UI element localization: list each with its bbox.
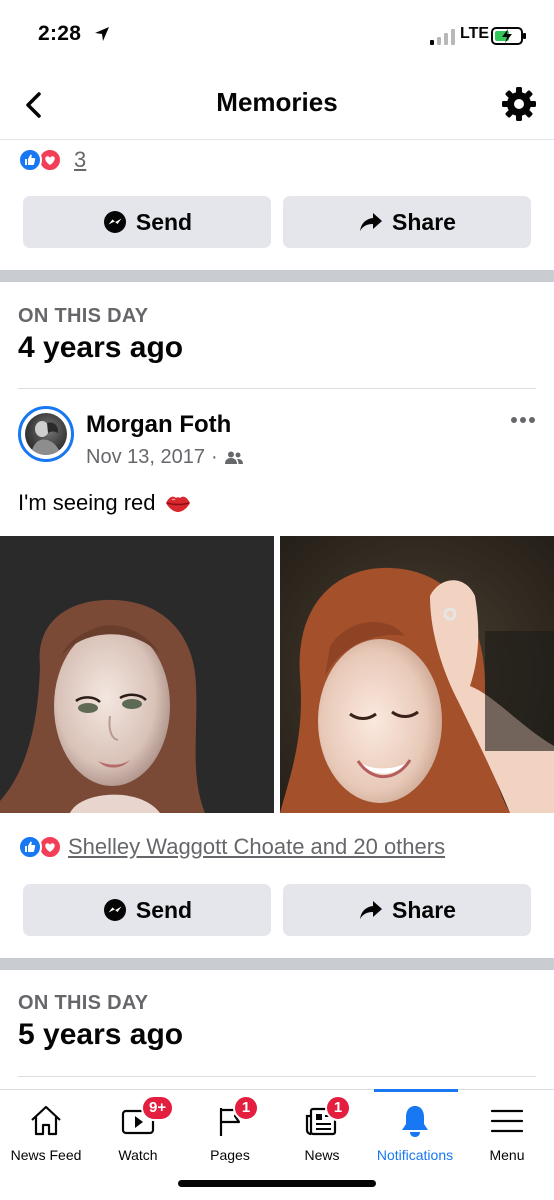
on-this-day-label: ON THIS DAY: [18, 305, 149, 327]
send-button[interactable]: Send: [23, 196, 271, 248]
kiss-lips-icon: [165, 496, 190, 512]
post-photo[interactable]: [0, 536, 274, 813]
post-actions: Send Share: [23, 884, 531, 936]
hamburger-icon: [490, 1109, 524, 1133]
share-label: Share: [392, 896, 456, 923]
home-icon: [31, 1105, 61, 1136]
messenger-icon: [103, 211, 126, 233]
send-button[interactable]: Send: [23, 884, 271, 936]
section-separator: [0, 958, 554, 970]
share-arrow-icon: [360, 901, 383, 919]
network-type: LTE: [460, 25, 490, 42]
notification-badge: 9+: [141, 1095, 175, 1121]
cellular-signal-icon: [430, 29, 455, 45]
avatar-image: [25, 413, 67, 455]
messenger-icon: [103, 899, 126, 921]
share-button[interactable]: Share: [283, 884, 531, 936]
app-header: Memories: [0, 70, 554, 140]
reaction-icons: [18, 148, 66, 172]
status-time: 2:28: [38, 22, 82, 45]
more-options-icon[interactable]: [510, 416, 536, 424]
battery-charging-icon: [491, 27, 526, 45]
home-indicator[interactable]: [178, 1180, 376, 1187]
years-ago-heading: 4 years ago: [18, 331, 184, 364]
reactions-text[interactable]: Shelley Waggott Choate and 20 others: [68, 834, 445, 860]
reactions-summary[interactable]: Shelley Waggott Choate and 20 others: [18, 833, 445, 861]
friends-icon: [224, 451, 243, 464]
meta-separator: ·: [210, 446, 218, 468]
post-date[interactable]: Nov 13, 2017: [86, 446, 205, 469]
notification-badge: 1: [233, 1095, 259, 1121]
bell-icon: [402, 1106, 428, 1137]
like-reaction-icon: [18, 148, 42, 172]
tab-news[interactable]: 1 News: [276, 1090, 368, 1170]
reaction-count[interactable]: 3: [74, 147, 86, 173]
reactions-summary[interactable]: 3: [18, 146, 86, 174]
share-label: Share: [392, 208, 456, 235]
notification-badge: 1: [325, 1095, 351, 1121]
post-author[interactable]: Morgan Foth: [86, 411, 231, 439]
post-photo[interactable]: [280, 536, 554, 813]
post-actions: Send Share: [23, 196, 531, 248]
like-reaction-icon: [18, 835, 42, 859]
page-title: Memories: [216, 87, 338, 117]
location-arrow-icon: [95, 27, 109, 41]
avatar[interactable]: [18, 406, 74, 462]
memories-feed[interactable]: 3 Send Share ON THIS DAY 4 years ago Mor…: [0, 141, 554, 1089]
tab-news-feed[interactable]: News Feed: [0, 1090, 92, 1170]
tab-notifications[interactable]: Notifications: [369, 1090, 461, 1170]
status-bar: 2:28 LTE: [0, 0, 554, 70]
tab-label: Menu: [489, 1147, 525, 1163]
send-label: Send: [135, 896, 193, 923]
tab-pages[interactable]: 1 Pages: [184, 1090, 276, 1170]
tab-watch[interactable]: 9+ Watch: [92, 1090, 184, 1170]
post-message: I'm seeing red: [18, 490, 156, 515]
section-separator: [0, 270, 554, 282]
send-label: Send: [135, 208, 193, 235]
reaction-icons: [18, 835, 66, 859]
tab-menu[interactable]: Menu: [461, 1090, 553, 1170]
share-button[interactable]: Share: [283, 196, 531, 248]
gear-icon[interactable]: [500, 85, 538, 123]
post-meta: Nov 13, 2017 ·: [86, 446, 244, 469]
on-this-day-label: ON THIS DAY: [18, 992, 149, 1014]
divider: [18, 1076, 536, 1077]
years-ago-heading: 5 years ago: [18, 1018, 184, 1051]
share-arrow-icon: [360, 213, 383, 231]
post-header: Morgan Foth Nov 13, 2017 ·: [18, 406, 536, 470]
divider: [18, 388, 536, 389]
post-text: I'm seeing red: [18, 490, 192, 516]
